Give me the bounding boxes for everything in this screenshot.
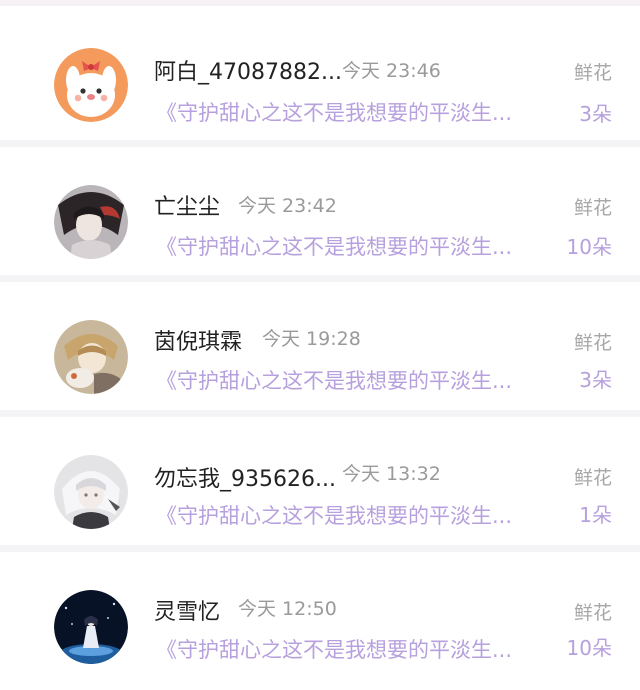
night-sky-figure-avatar <box>54 590 128 664</box>
gift-type-label: 鲜花 <box>573 332 612 354</box>
gift-type-label: 鲜花 <box>573 197 612 219</box>
gift-record-page: 阿白_47087882... 今天 23:46 《守护甜心之这不是我想要的平淡生… <box>0 0 640 690</box>
gift-count: 1朵 <box>579 503 612 527</box>
section-divider <box>0 275 640 282</box>
username[interactable]: 亡尘尘 <box>154 189 220 221</box>
timestamp: 今天 23:46 <box>342 60 441 82</box>
avatar[interactable] <box>54 185 128 259</box>
top-divider <box>0 0 640 6</box>
orange-bunny-avatar <box>54 48 128 122</box>
book-title-link[interactable]: 《守护甜心之这不是我想要的平淡生... <box>156 97 534 127</box>
list-item[interactable]: 阿白_47087882... 今天 23:46 《守护甜心之这不是我想要的平淡生… <box>0 12 640 140</box>
timestamp: 今天 19:28 <box>262 328 361 350</box>
gift-count: 10朵 <box>566 235 612 259</box>
gift-count: 10朵 <box>566 636 612 660</box>
avatar[interactable] <box>54 320 128 394</box>
username[interactable]: 阿白_47087882... <box>154 54 342 86</box>
gift-count: 3朵 <box>579 102 612 126</box>
list-item[interactable]: 亡尘尘 今天 23:42 《守护甜心之这不是我想要的平淡生... 鲜花 10朵 <box>0 147 640 275</box>
timestamp: 今天 12:50 <box>238 598 337 620</box>
gift-count: 3朵 <box>579 368 612 392</box>
username[interactable]: 茵倪琪霖 <box>154 324 242 356</box>
timestamp: 今天 23:42 <box>238 195 337 217</box>
list-item[interactable]: 勿忘我_935626... 今天 13:32 《守护甜心之这不是我想要的平淡生.… <box>0 417 640 545</box>
avatar[interactable] <box>54 590 128 664</box>
book-title-link[interactable]: 《守护甜心之这不是我想要的平淡生... <box>156 365 534 395</box>
avatar[interactable] <box>54 48 128 122</box>
avatar[interactable] <box>54 455 128 529</box>
gift-type-label: 鲜花 <box>573 62 612 84</box>
gift-type-label: 鲜花 <box>573 602 612 624</box>
list-item[interactable]: 灵雪忆 今天 12:50 《守护甜心之这不是我想要的平淡生... 鲜花 10朵 <box>0 552 640 680</box>
gift-type-label: 鲜花 <box>573 467 612 489</box>
book-title-link[interactable]: 《守护甜心之这不是我想要的平淡生... <box>156 500 534 530</box>
section-divider <box>0 410 640 417</box>
timestamp: 今天 13:32 <box>342 463 441 485</box>
boy-with-cat-avatar <box>54 320 128 394</box>
book-title-link[interactable]: 《守护甜心之这不是我想要的平淡生... <box>156 231 534 261</box>
section-divider <box>0 545 640 552</box>
white-hair-character-avatar <box>54 455 128 529</box>
username[interactable]: 灵雪忆 <box>154 594 220 626</box>
dark-hair-character-avatar <box>54 185 128 259</box>
book-title-link[interactable]: 《守护甜心之这不是我想要的平淡生... <box>156 634 534 664</box>
username[interactable]: 勿忘我_935626... <box>154 461 336 493</box>
list-item[interactable]: 茵倪琪霖 今天 19:28 《守护甜心之这不是我想要的平淡生... 鲜花 3朵 <box>0 282 640 410</box>
section-divider <box>0 140 640 147</box>
